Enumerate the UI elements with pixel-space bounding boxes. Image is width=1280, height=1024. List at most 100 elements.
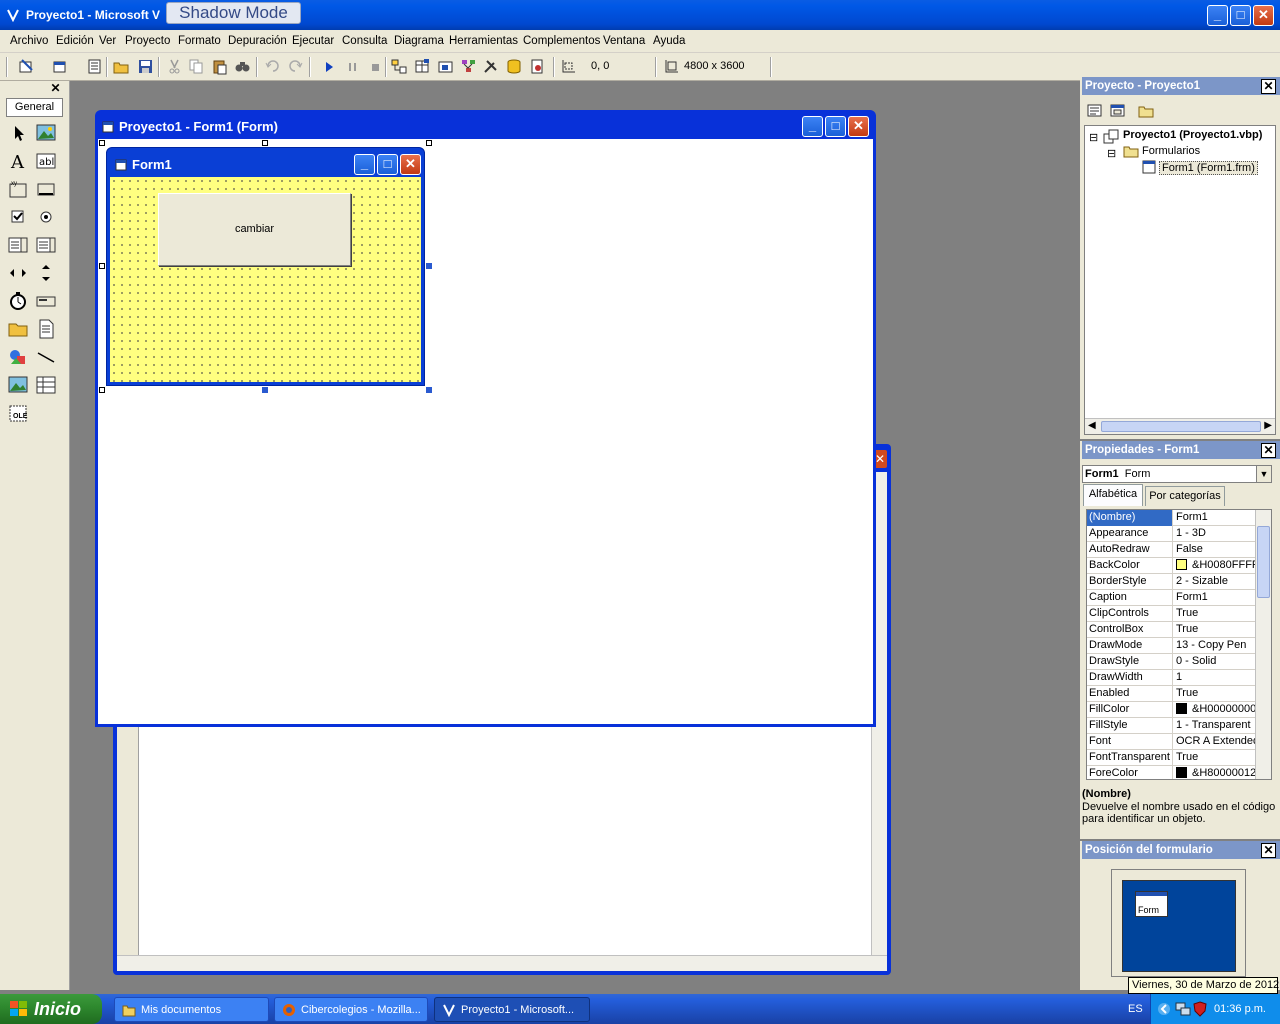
- property-row[interactable]: (Nombre) Form1: [1087, 510, 1255, 526]
- task-mis-documentos[interactable]: Mis documentos: [114, 997, 269, 1022]
- drivelistbox-icon[interactable]: [35, 290, 57, 312]
- property-value[interactable]: False: [1174, 542, 1255, 558]
- property-value[interactable]: 0 - Solid: [1174, 654, 1255, 670]
- menu-editor-icon[interactable]: [86, 58, 103, 75]
- start-button[interactable]: Inicio: [0, 994, 102, 1024]
- label-icon[interactable]: A: [7, 150, 29, 173]
- menu-edicion[interactable]: Edición: [56, 35, 94, 47]
- property-value[interactable]: Form1: [1174, 510, 1255, 526]
- scroll-left-icon[interactable]: ◀: [1088, 420, 1096, 431]
- property-value[interactable]: 1: [1174, 670, 1255, 686]
- property-row[interactable]: FillColor &H00000000: [1087, 702, 1255, 718]
- form1-client-area[interactable]: cambiar: [110, 177, 421, 382]
- security-shield-icon[interactable]: [1193, 1001, 1207, 1017]
- tree-horizontal-scrollbar[interactable]: ◀ ▶: [1085, 418, 1275, 434]
- ole-icon[interactable]: OLE: [7, 402, 29, 424]
- listbox-icon[interactable]: [35, 234, 57, 256]
- form1-maximize-button[interactable]: □: [377, 154, 398, 175]
- property-row[interactable]: FontTransparent True: [1087, 750, 1255, 766]
- property-row[interactable]: ForeColor &H80000012: [1087, 766, 1255, 779]
- shape-icon[interactable]: [7, 346, 29, 368]
- code-horizontal-scrollbar[interactable]: [117, 955, 887, 971]
- resize-handle[interactable]: [99, 140, 105, 146]
- property-row[interactable]: BorderStyle 2 - Sizable: [1087, 574, 1255, 590]
- designer-maximize-button[interactable]: □: [825, 116, 846, 137]
- dirlistbox-icon[interactable]: [7, 318, 29, 340]
- minimize-button[interactable]: _: [1207, 5, 1228, 26]
- view-object-icon[interactable]: [1109, 102, 1126, 119]
- data-view-icon[interactable]: [506, 58, 523, 75]
- property-row[interactable]: BackColor &H0080FFFF: [1087, 558, 1255, 574]
- resize-handle[interactable]: [99, 387, 105, 393]
- property-row[interactable]: DrawMode 13 - Copy Pen: [1087, 638, 1255, 654]
- resize-handle[interactable]: [262, 140, 268, 146]
- property-value[interactable]: 2 - Sizable: [1174, 574, 1255, 590]
- menu-proyecto[interactable]: Proyecto: [125, 35, 170, 47]
- undo-icon[interactable]: [264, 58, 281, 75]
- add-form-icon[interactable]: [52, 58, 69, 75]
- stop-icon[interactable]: [367, 58, 384, 75]
- property-value[interactable]: &H0080FFFF: [1174, 558, 1255, 574]
- resize-handle[interactable]: [426, 263, 432, 269]
- line-icon[interactable]: [35, 346, 57, 368]
- resize-handle[interactable]: [426, 140, 432, 146]
- property-row[interactable]: DrawStyle 0 - Solid: [1087, 654, 1255, 670]
- menu-ayuda[interactable]: Ayuda: [653, 35, 685, 47]
- menu-depuracion[interactable]: Depuración: [228, 35, 287, 47]
- resize-handle[interactable]: [262, 387, 268, 393]
- form1-window[interactable]: Form1 _ □ ✕ cambiar: [106, 147, 425, 386]
- redo-icon[interactable]: [287, 58, 304, 75]
- property-row[interactable]: ControlBox True: [1087, 622, 1255, 638]
- project-explorer-close-icon[interactable]: ✕: [1261, 79, 1276, 94]
- object-browser-icon[interactable]: [460, 58, 477, 75]
- tree-expander[interactable]: ⊟: [1089, 131, 1098, 144]
- clock[interactable]: 01:36 p.m.: [1214, 1003, 1266, 1015]
- menu-formato[interactable]: Formato: [178, 35, 221, 47]
- tray-chevron-icon[interactable]: [1157, 1001, 1171, 1017]
- property-value[interactable]: 1 - Transparent: [1174, 718, 1255, 734]
- maximize-button[interactable]: □: [1230, 5, 1251, 26]
- toolbox-close-icon[interactable]: ✕: [49, 82, 62, 96]
- designer-close-button[interactable]: ✕: [848, 116, 869, 137]
- open-project-icon[interactable]: [113, 58, 130, 75]
- property-row[interactable]: DrawWidth 1: [1087, 670, 1255, 686]
- menu-ver[interactable]: Ver: [99, 35, 116, 47]
- vscrollbar-icon[interactable]: [35, 262, 57, 284]
- property-row[interactable]: Appearance 1 - 3D: [1087, 526, 1255, 542]
- object-selector[interactable]: Form1 Form ▼: [1082, 465, 1272, 483]
- tree-item-formularios[interactable]: Formularios: [1142, 145, 1200, 157]
- form1-close-button[interactable]: ✕: [400, 154, 421, 175]
- vb-app-icon[interactable]: [6, 8, 20, 22]
- resize-handle[interactable]: [99, 263, 105, 269]
- save-project-icon[interactable]: [137, 58, 154, 75]
- properties-close-icon[interactable]: ✕: [1261, 443, 1276, 458]
- chevron-down-icon[interactable]: ▼: [1256, 466, 1271, 482]
- tab-alfabetica[interactable]: Alfabética: [1083, 484, 1143, 506]
- tree-expander[interactable]: ⊟: [1107, 147, 1116, 160]
- properties-vertical-scrollbar[interactable]: [1255, 510, 1271, 779]
- data-icon[interactable]: [35, 374, 57, 396]
- toggle-folders-icon[interactable]: [1138, 102, 1155, 119]
- menu-complementos[interactable]: Complementos: [523, 35, 600, 47]
- language-indicator[interactable]: ES: [1128, 1003, 1143, 1015]
- property-value[interactable]: True: [1174, 750, 1255, 766]
- property-row[interactable]: Caption Form1: [1087, 590, 1255, 606]
- property-value[interactable]: &H00000000: [1174, 702, 1255, 718]
- properties-grid[interactable]: (Nombre) Form1 Appearance 1 - 3D AutoRedraw F…: [1086, 509, 1272, 780]
- project-explorer-icon[interactable]: [391, 58, 408, 75]
- property-value[interactable]: True: [1174, 622, 1255, 638]
- view-code-icon[interactable]: [1086, 102, 1103, 119]
- scroll-right-icon[interactable]: ▶: [1264, 420, 1272, 431]
- copy-icon[interactable]: [188, 58, 205, 75]
- toolbox-tab-general[interactable]: General: [6, 98, 63, 117]
- form-layout-icon[interactable]: [437, 58, 454, 75]
- timer-icon[interactable]: [7, 290, 29, 312]
- menu-diagrama[interactable]: Diagrama: [394, 35, 444, 47]
- form-layout-close-icon[interactable]: ✕: [1261, 843, 1276, 858]
- network-icon[interactable]: [1175, 1001, 1191, 1017]
- form-layout-form[interactable]: Form: [1135, 891, 1168, 917]
- property-value[interactable]: True: [1174, 686, 1255, 702]
- resize-handle[interactable]: [426, 387, 432, 393]
- property-value[interactable]: OCR A Extended: [1174, 734, 1255, 750]
- project-tree[interactable]: ⊟ Proyecto1 (Proyecto1.vbp) ⊟ Formulario…: [1084, 125, 1276, 435]
